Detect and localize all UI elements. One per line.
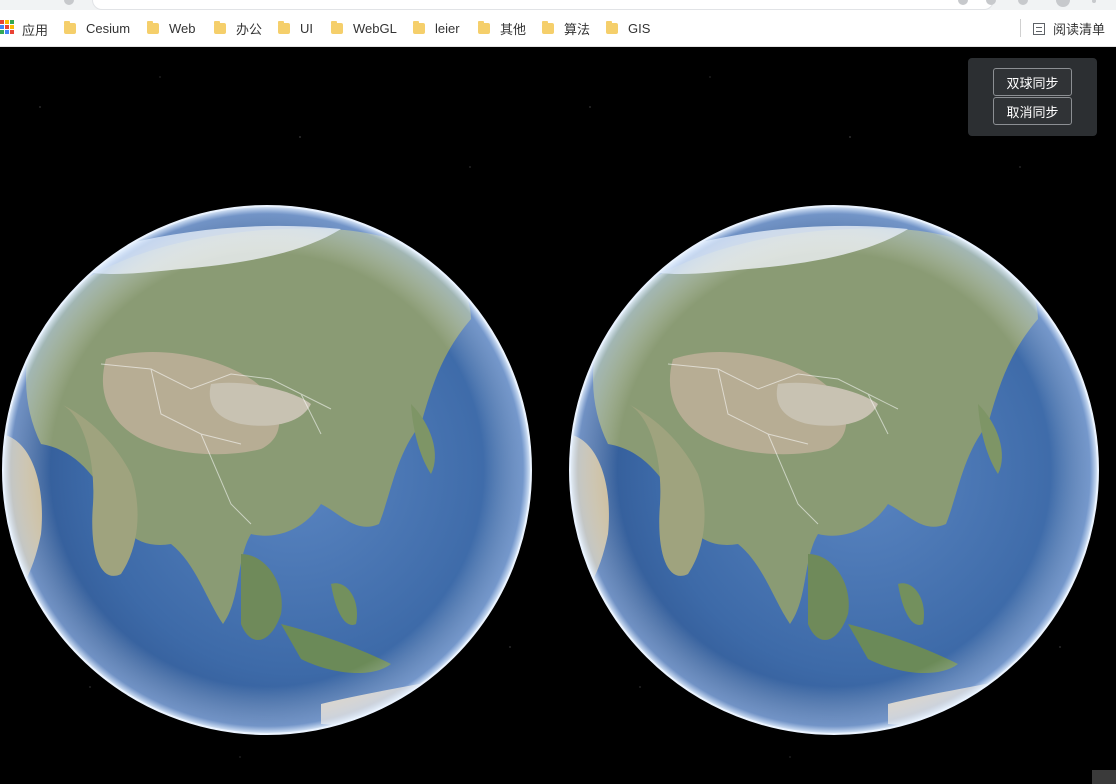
folder-icon bbox=[478, 20, 490, 34]
folder-icon bbox=[147, 20, 159, 34]
bookmarks-separator bbox=[1020, 19, 1021, 37]
bookmark-label: UI bbox=[300, 20, 313, 36]
reading-list-label: 阅读清单 bbox=[1053, 22, 1106, 37]
bookmark-label: 算法 bbox=[564, 21, 591, 37]
right-globe[interactable] bbox=[568, 204, 1100, 736]
right-globe-viewport[interactable] bbox=[550, 47, 1116, 784]
folder-icon bbox=[214, 20, 226, 34]
browser-top-strip bbox=[0, 0, 1116, 10]
bookmark-star-icon[interactable] bbox=[1018, 0, 1028, 5]
folder-icon bbox=[331, 20, 343, 34]
bookmark-folder-web[interactable]: Web bbox=[147, 19, 196, 37]
cancel-sync-button[interactable]: 取消同步 bbox=[993, 97, 1072, 125]
bookmarks-bar: 应用 Cesium Web 办公 UI WebGL leier 其他 算法 GI… bbox=[0, 10, 1116, 47]
folder-icon bbox=[542, 20, 554, 34]
apps-grid-icon[interactable] bbox=[0, 20, 14, 34]
bookmark-folder-cesium[interactable]: Cesium bbox=[64, 19, 130, 37]
reload-icon[interactable] bbox=[64, 0, 74, 5]
avatar[interactable] bbox=[1056, 0, 1070, 7]
bookmark-folder-webgl[interactable]: WebGL bbox=[331, 19, 397, 37]
bookmark-folder-ui[interactable]: UI bbox=[278, 19, 313, 37]
bookmark-label: leier bbox=[435, 20, 460, 36]
bookmark-label: WebGL bbox=[353, 20, 397, 36]
folder-icon bbox=[64, 20, 76, 34]
sync-globes-button[interactable]: 双球同步 bbox=[993, 68, 1072, 96]
bookmark-folder-office[interactable]: 办公 bbox=[214, 19, 262, 37]
bookmark-label: Web bbox=[169, 20, 196, 36]
bookmark-folder-leier[interactable]: leier bbox=[413, 19, 460, 37]
bookmark-folder-gis[interactable]: GIS bbox=[606, 19, 650, 37]
sync-control-panel: 双球同步 取消同步 bbox=[968, 58, 1097, 136]
bookmark-label: 办公 bbox=[236, 21, 263, 37]
share-icon[interactable] bbox=[986, 0, 996, 5]
bookmark-folder-algorithm[interactable]: 算法 bbox=[542, 19, 590, 37]
bookmark-label: 其他 bbox=[500, 21, 527, 37]
folder-icon bbox=[606, 20, 618, 34]
viewer-corner-badge bbox=[1092, 770, 1116, 784]
bookmark-label: GIS bbox=[628, 20, 651, 36]
dual-globe-viewer bbox=[0, 47, 1116, 784]
address-bar[interactable] bbox=[92, 0, 994, 10]
folder-icon bbox=[413, 20, 425, 34]
left-globe[interactable] bbox=[1, 204, 533, 736]
menu-icon[interactable] bbox=[1092, 0, 1096, 3]
bookmark-folder-other[interactable]: 其他 bbox=[478, 19, 526, 37]
folder-icon bbox=[278, 20, 290, 34]
bookmark-apps-label[interactable]: 应用 bbox=[22, 20, 48, 39]
reading-list-icon bbox=[1033, 22, 1045, 35]
left-globe-viewport[interactable] bbox=[0, 47, 550, 784]
bookmark-label: Cesium bbox=[86, 20, 131, 36]
reading-list-button[interactable]: 阅读清单 bbox=[1033, 19, 1105, 38]
